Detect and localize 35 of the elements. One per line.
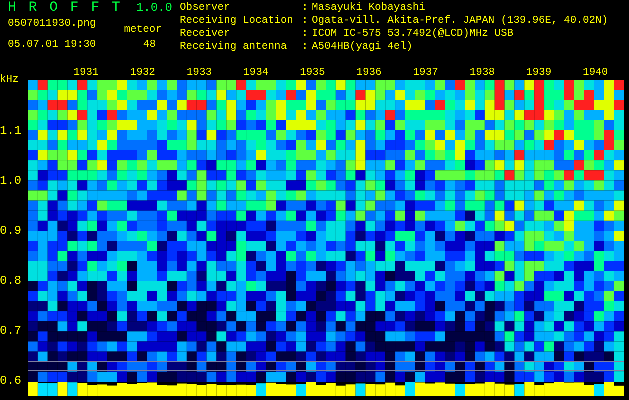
info-label: Observer [180,2,232,15]
date-time: 05.07.01 19:30 [8,39,96,52]
minute-label: 1939 [525,67,553,80]
info-value: Masayuki Kobayashi [312,2,426,15]
info-label: Receiving Location [180,15,294,28]
axis-unit: kHz [0,74,19,87]
info-value: ICOM IC-575 53.7492(@LCD)MHz USB [312,28,514,41]
y-tick-label: 0.9 [0,224,22,238]
meteor-count: 48 [143,39,156,52]
meteor-label: meteor [124,24,162,37]
info-separator: : [301,2,310,15]
y-tick-label: 0.8 [0,274,22,288]
app-version: 1.0.0 [136,2,172,15]
minute-label: 1935 [299,67,326,80]
minute-label: 1932 [129,67,156,80]
info-value: A504HB(yagi 4el) [312,41,413,54]
y-tick-label: 1.1 [0,124,22,138]
app-title: H R O F F T [8,2,122,15]
info-label: Receiver [180,28,232,41]
info-separator: : [301,41,310,54]
minute-label: 1931 [72,67,100,80]
minute-label: 1934 [242,67,270,80]
info-separator: : [301,15,310,28]
minute-label: 1937 [412,67,440,80]
info-label: Receiving antenna [180,41,288,54]
y-tick-label: 0.7 [0,324,22,338]
minute-label: 1940 [582,67,610,80]
info-separator: : [301,28,310,41]
minute-label: 1933 [186,67,214,80]
y-tick-label: 0.6 [0,374,22,388]
file-name: 0507011930.png [8,18,96,32]
minute-label: 1936 [356,67,383,80]
minute-label: 1938 [468,67,496,80]
y-tick-label: 1.0 [0,174,22,188]
info-value: Ogata-vill. Akita-Pref. JAPAN (139.96E, 40.02N) [312,15,608,28]
